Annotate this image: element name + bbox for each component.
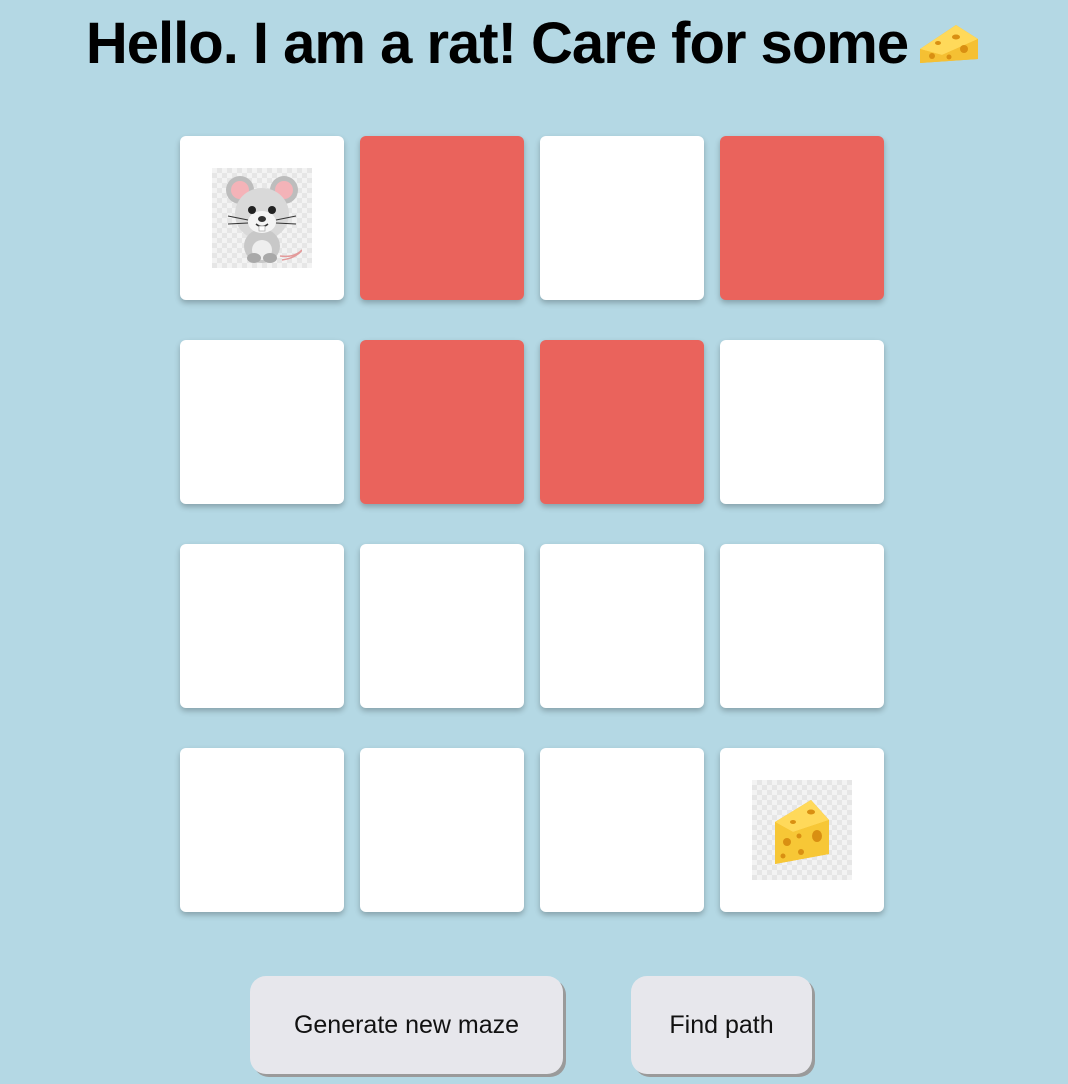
maze-cell-open[interactable] xyxy=(540,748,704,912)
cheese-icon xyxy=(916,12,982,88)
maze-grid xyxy=(180,136,884,912)
maze-cell-open[interactable] xyxy=(180,544,344,708)
maze-cell-open[interactable] xyxy=(720,340,884,504)
maze-cell-wall[interactable] xyxy=(540,340,704,504)
maze-cell-rat[interactable] xyxy=(180,136,344,300)
maze-cell-open[interactable] xyxy=(180,340,344,504)
maze-cell-open[interactable] xyxy=(540,544,704,708)
maze-cell-cheese[interactable] xyxy=(720,748,884,912)
page-title-text: Hello. I am a rat! Care for some xyxy=(85,11,909,76)
rat-icon xyxy=(212,168,312,268)
find-path-button[interactable]: Find path xyxy=(631,976,812,1074)
cheese-icon xyxy=(752,780,852,880)
maze-cell-open[interactable] xyxy=(180,748,344,912)
page: Hello. I am a rat! Care for some Generat… xyxy=(0,0,1068,1084)
maze-cell-open[interactable] xyxy=(360,544,524,708)
maze-cell-wall[interactable] xyxy=(360,136,524,300)
maze-cell-open[interactable] xyxy=(360,748,524,912)
maze-cell-open[interactable] xyxy=(540,136,704,300)
generate-maze-button[interactable]: Generate new maze xyxy=(250,976,563,1074)
page-title: Hello. I am a rat! Care for some xyxy=(0,6,1068,88)
maze-cell-wall[interactable] xyxy=(720,136,884,300)
maze-cell-open[interactable] xyxy=(720,544,884,708)
maze-cell-wall[interactable] xyxy=(360,340,524,504)
